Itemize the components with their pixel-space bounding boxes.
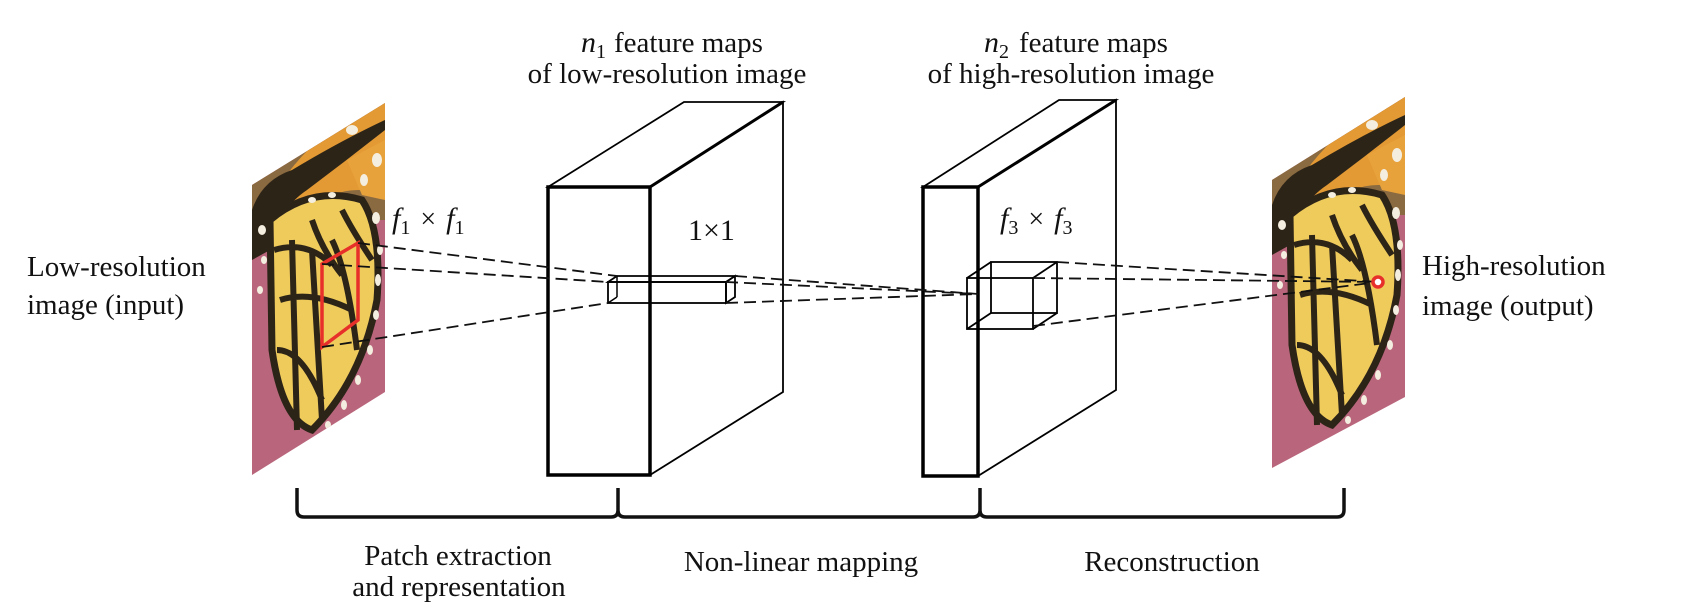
input-image [252, 100, 385, 480]
projection-lines [321, 242, 1379, 348]
layer2-title-line2: of high-resolution image [928, 58, 1215, 90]
input-label-line2: image (input) [27, 289, 184, 321]
filter2-size-label: 1×1 [688, 214, 735, 247]
output-label-line1: High-resolution [1422, 250, 1606, 282]
output-label-line2: image (output) [1422, 290, 1594, 322]
feature-block-1 [544, 100, 787, 477]
feature-block-2 [919, 98, 1120, 478]
layer1-title-line2: of low-resolution image [528, 58, 807, 90]
stage-label-patch-extraction-line2: and representation [352, 571, 566, 603]
output-pixel-marker [1371, 275, 1385, 289]
stage-label-patch-extraction-line1: Patch extraction [364, 540, 552, 572]
mapping-kernel-bar [605, 274, 738, 305]
input-label-line1: Low-resolution [27, 251, 206, 283]
output-image [1272, 95, 1405, 475]
stage-label-non-linear-mapping: Non-linear mapping [684, 546, 918, 578]
filter1-size-label: f1 × f1 [392, 202, 464, 239]
srcnn-diagram: Low-resolution image (input) High-resolu… [27, 26, 1606, 603]
reconstruction-kernel-cube [966, 261, 1058, 330]
stage-label-reconstruction: Reconstruction [1084, 546, 1260, 578]
stage-braces [295, 488, 1346, 519]
filter3-size-label: f3 × f3 [1000, 202, 1072, 239]
